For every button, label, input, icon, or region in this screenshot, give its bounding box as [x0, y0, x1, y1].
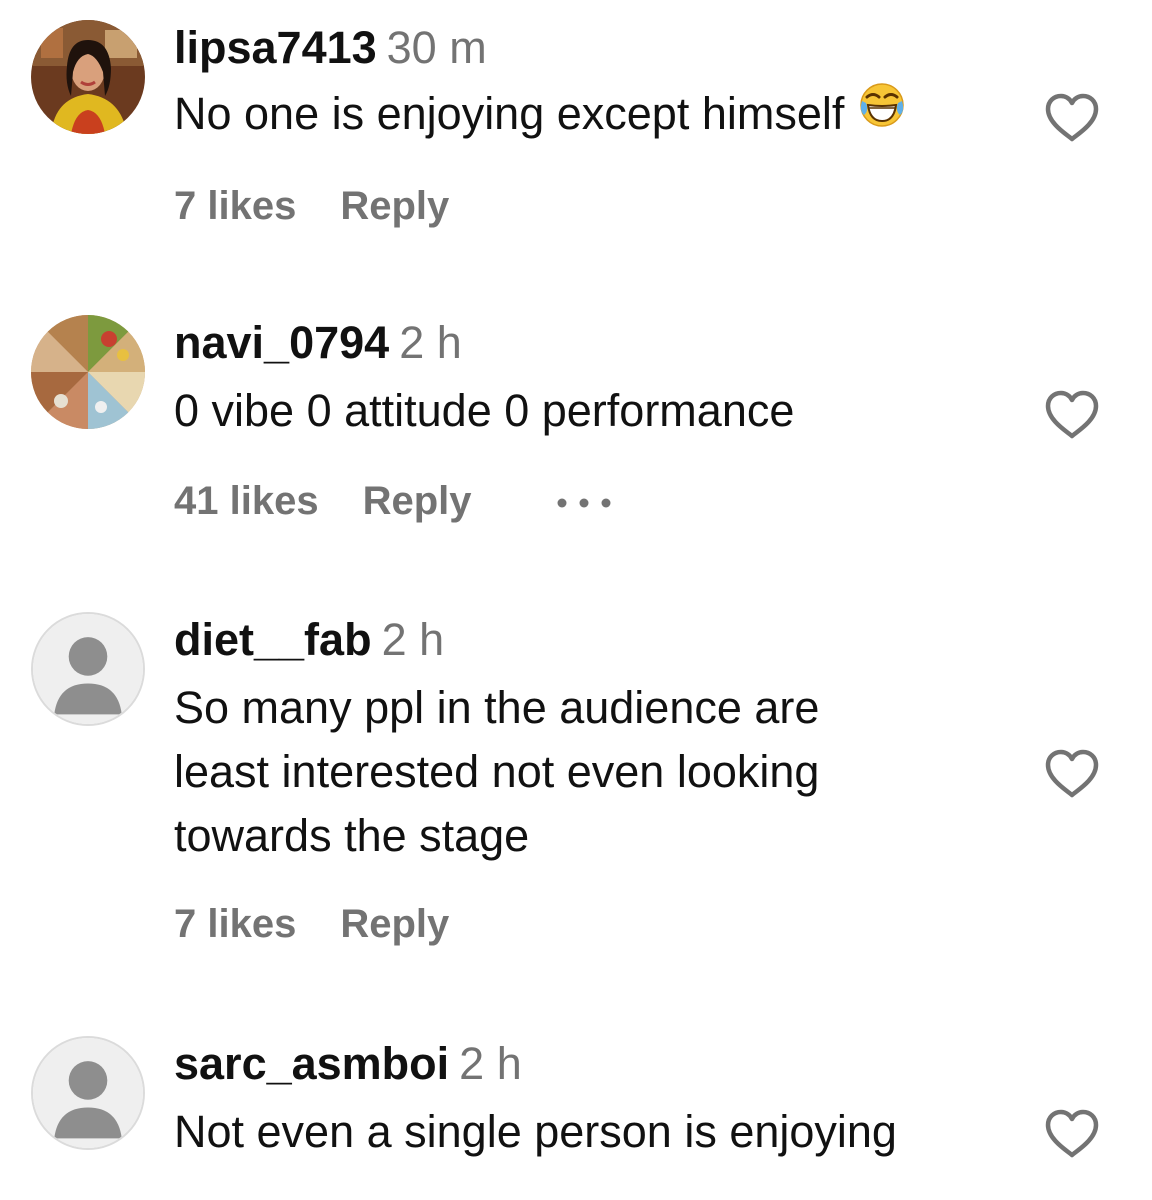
avatar[interactable] [31, 1036, 145, 1150]
comment-text: No one is enjoying except himself [174, 82, 906, 146]
avatar[interactable] [31, 612, 145, 726]
comment-text: Not even a single person is enjoying [174, 1100, 897, 1164]
username[interactable]: navi_0794 [174, 317, 389, 368]
comment-header: lipsa7413 30 m [174, 22, 487, 74]
heart-icon[interactable] [1044, 748, 1100, 800]
comment-header: diet__fab 2 h [174, 614, 444, 666]
comment-text-line: No one is enjoying except himself [174, 88, 845, 139]
likes-count[interactable]: 7 likes [174, 184, 296, 228]
username[interactable]: lipsa7413 [174, 22, 377, 73]
username[interactable]: diet__fab [174, 614, 372, 665]
heart-icon[interactable] [1044, 92, 1100, 144]
comment-text-line: towards the stage [174, 810, 530, 861]
timestamp: 2 h [381, 614, 445, 665]
reply-button[interactable]: Reply [363, 479, 472, 523]
comment-text-line: Not even a single person is enjoying [174, 1106, 897, 1157]
heart-icon[interactable] [1044, 389, 1100, 441]
avatar[interactable] [31, 315, 145, 429]
likes-count[interactable]: 41 likes [174, 479, 319, 523]
comment-actions: 7 likes Reply [174, 182, 449, 230]
likes-count[interactable]: 7 likes [174, 902, 296, 946]
comment-text: So many ppl in the audience are least in… [174, 676, 819, 868]
comment-text: 0 vibe 0 attitude 0 performance [174, 379, 794, 443]
comment-text-line: least interested not even looking [174, 746, 820, 797]
comment-header: sarc_asmboi 2 h [174, 1038, 522, 1090]
more-options-icon[interactable] [556, 472, 612, 520]
heart-icon[interactable] [1044, 1108, 1100, 1160]
comment-actions: 41 likes Reply [174, 477, 612, 525]
timestamp: 2 h [399, 317, 462, 368]
comment-actions: 7 likes Reply [174, 900, 449, 948]
reply-button[interactable]: Reply [340, 184, 449, 228]
timestamp: 30 m [386, 22, 487, 73]
username[interactable]: sarc_asmboi [174, 1038, 449, 1089]
reply-button[interactable]: Reply [340, 902, 449, 946]
comment-header: navi_0794 2 h [174, 317, 462, 369]
comment-text-line: So many ppl in the audience are [174, 682, 820, 733]
comment-text-line: 0 vibe 0 attitude 0 performance [174, 385, 795, 436]
joy-emoji [858, 81, 906, 146]
comments-list: lipsa7413 30 m No one is enjoying except … [0, 0, 1152, 1200]
timestamp: 2 h [459, 1038, 522, 1089]
avatar[interactable] [31, 20, 145, 134]
